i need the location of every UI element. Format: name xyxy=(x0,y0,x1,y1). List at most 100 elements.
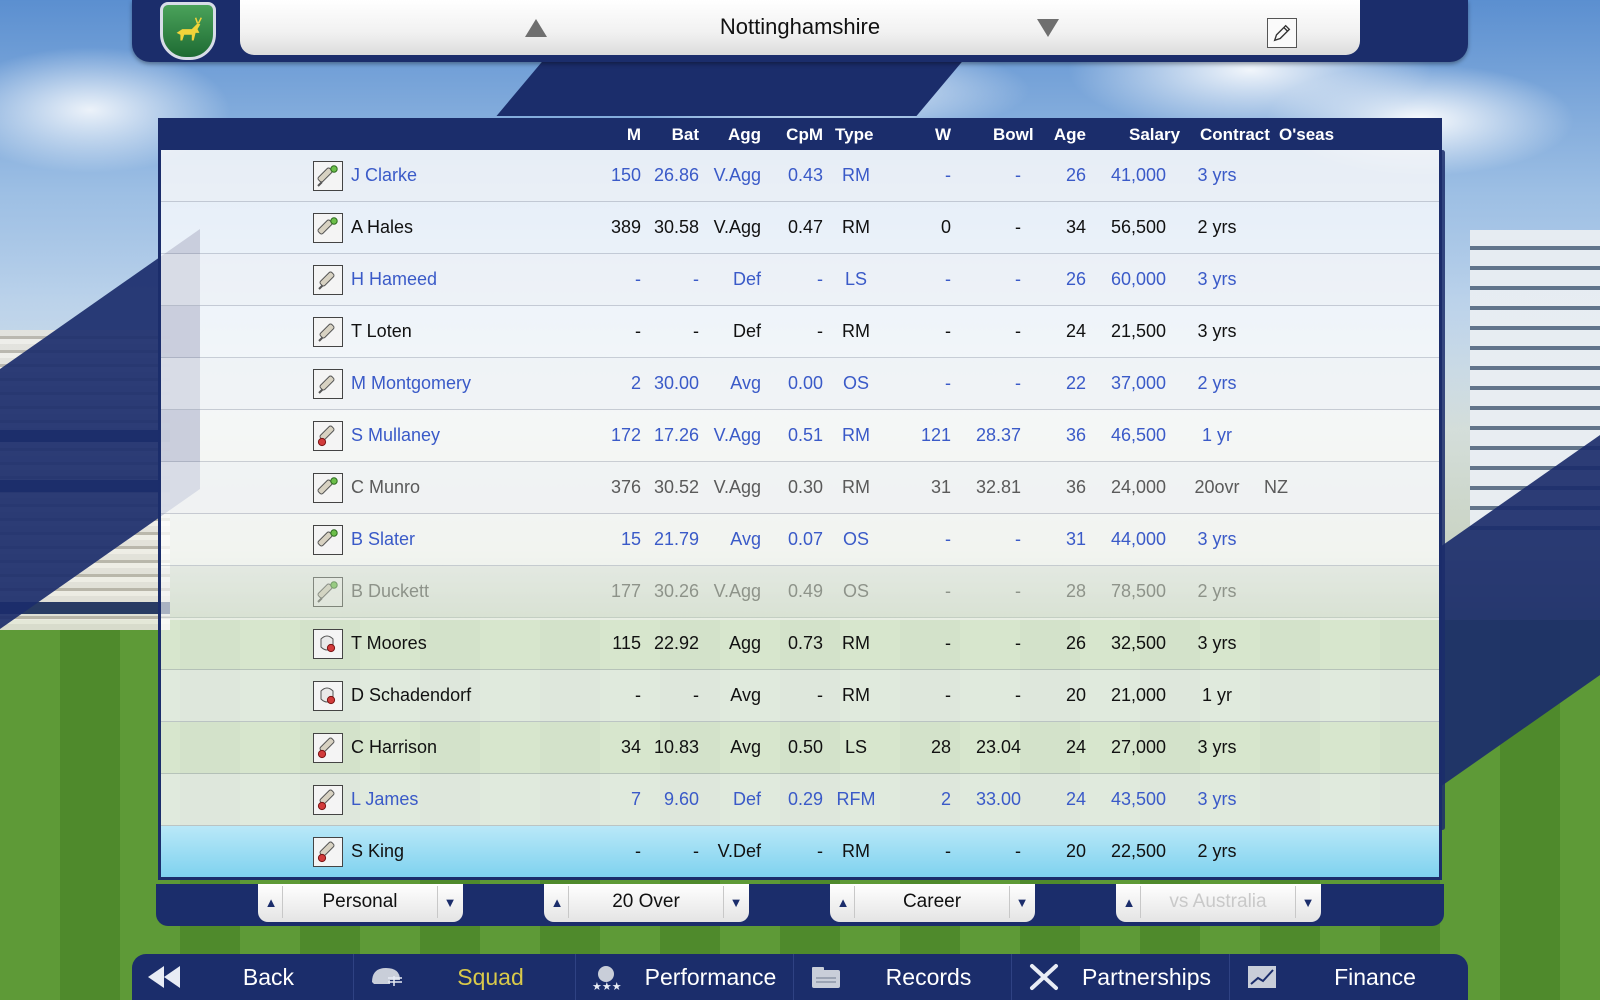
nav-partnerships[interactable]: Partnerships xyxy=(1012,954,1230,1000)
cell-m: - xyxy=(635,841,641,861)
cell-salary: 24,000 xyxy=(1110,477,1166,497)
cell-cpm: 0.73 xyxy=(787,633,823,653)
column-header-oseas[interactable]: O'seas xyxy=(1279,125,1334,145)
cell-cpm: - xyxy=(817,685,823,705)
edit-button[interactable] xyxy=(1267,18,1297,48)
nav-performance[interactable]: ★★★ Performance xyxy=(576,954,794,1000)
column-header-type[interactable]: Type xyxy=(835,125,873,145)
nav-label: Performance xyxy=(644,963,777,990)
table-row[interactable]: T Moores 115 22.92 Agg 0.73 RM - - 26 32,500 3 yrs xyxy=(161,618,1439,670)
selector-next-button[interactable]: ▼ xyxy=(441,892,459,914)
table-scrollbar[interactable] xyxy=(1440,150,1445,830)
column-header-age[interactable]: Age xyxy=(1041,125,1086,145)
column-header-cpm[interactable]: CpM xyxy=(771,125,823,145)
cell-w: - xyxy=(945,633,951,653)
table-row[interactable]: S King - - V.Def - RM - -20 22,500 2 yrs xyxy=(161,826,1439,877)
pavilion-background xyxy=(1470,230,1600,530)
table-row[interactable]: T Loten - - Def - RM - -24 21,500 3 yrs xyxy=(161,306,1439,358)
column-header-contract[interactable]: Contract xyxy=(1200,125,1270,145)
team-crest-icon xyxy=(160,2,216,60)
table-row[interactable]: A Hales 389 30.58 V.Agg 0.47 RM 0 - 34 56,500 2 yr… xyxy=(161,202,1439,254)
cell-age: 28 xyxy=(1065,581,1086,601)
cell-contract: 3 yrs xyxy=(1197,321,1237,341)
selector-prev-button[interactable]: ▲ xyxy=(1120,892,1138,914)
nav-squad[interactable]: Squad xyxy=(354,954,576,1000)
cell-bowl: - xyxy=(1015,529,1021,549)
player-name[interactable]: A Hales xyxy=(351,217,413,238)
selector-prev-button[interactable]: ▲ xyxy=(548,892,566,914)
bat-icon xyxy=(313,265,343,295)
cell-agg: V.Agg xyxy=(713,581,761,601)
cell-bowl: - xyxy=(1015,217,1021,237)
squad-table: M Bat Agg CpM Type W Bowl Age Salary Con… xyxy=(158,118,1442,880)
cell-w: 31 xyxy=(930,477,951,497)
player-name[interactable]: C Harrison xyxy=(351,737,437,758)
player-name[interactable]: T Loten xyxy=(351,321,412,342)
player-name[interactable]: M Montgomery xyxy=(351,373,471,394)
cell-age: 22 xyxy=(1065,373,1086,393)
keeper-icon xyxy=(313,681,343,711)
cell-bowl: - xyxy=(1015,269,1021,289)
selector-next-button[interactable]: ▼ xyxy=(1299,892,1317,914)
player-name[interactable]: B Duckett xyxy=(351,581,429,602)
crossed-bats-icon xyxy=(1024,960,1064,994)
cell-contract: 3 yrs xyxy=(1197,165,1237,185)
player-name[interactable]: L James xyxy=(351,789,418,810)
selector-next-button[interactable]: ▼ xyxy=(1013,892,1031,914)
nav-back[interactable]: Back xyxy=(132,954,354,1000)
helmet-icon xyxy=(366,960,406,994)
cell-w: 0 xyxy=(940,217,951,237)
cell-type: RM xyxy=(842,841,870,861)
selector-format: ▲ 20 Over ▼ xyxy=(544,884,749,922)
cell-w: - xyxy=(945,373,951,393)
triangle-down-icon xyxy=(1037,19,1059,37)
column-header-salary[interactable]: Salary xyxy=(1129,125,1180,145)
selector-label[interactable]: 20 Over xyxy=(568,886,724,918)
table-row[interactable]: S Mullaney 172 17.26 V.Agg 0.51 RM 121 28.37 36 4… xyxy=(161,410,1439,462)
next-team-button[interactable] xyxy=(1034,16,1062,40)
nav-finance[interactable]: Finance xyxy=(1230,954,1468,1000)
column-header-w[interactable]: W xyxy=(921,125,951,145)
stars-icon: ★★★ xyxy=(588,960,628,994)
table-row[interactable]: B Slater 15 21.79 Avg 0.07 OS - - 31 44,000 3 yrs xyxy=(161,514,1439,566)
cell-w: - xyxy=(945,581,951,601)
cell-m: - xyxy=(635,269,641,289)
player-name[interactable]: D Schadendorf xyxy=(351,685,471,706)
selector-next-button[interactable]: ▼ xyxy=(727,892,745,914)
player-name[interactable]: S King xyxy=(351,841,404,862)
player-name[interactable]: B Slater xyxy=(351,529,415,550)
cell-cpm: 0.49 xyxy=(787,581,823,601)
table-row[interactable]: B Duckett 177 30.26 V.Agg 0.49 OS - - 28 78,500 2 … xyxy=(161,566,1439,618)
table-row[interactable]: C Harrison 34 10.83 Avg 0.50 LS 28 23.04 24 27,00… xyxy=(161,722,1439,774)
column-header-m[interactable]: M xyxy=(601,125,641,145)
player-name[interactable]: H Hameed xyxy=(351,269,437,290)
table-row[interactable]: M Montgomery 2 30.00 Avg 0.00 OS - - 22 37,000 2 y… xyxy=(161,358,1439,410)
cell-type: LS xyxy=(844,737,868,757)
table-row[interactable]: C Munro 376 30.52 V.Agg 0.30 RM 31 32.81 36 24,00… xyxy=(161,462,1439,514)
table-row[interactable]: D Schadendorf - - Avg - RM - -20 21,000 1 yr xyxy=(161,670,1439,722)
player-name[interactable]: T Moores xyxy=(351,633,427,654)
column-header-agg[interactable]: Agg xyxy=(701,125,761,145)
cell-cpm: 0.51 xyxy=(787,425,823,445)
selector-label[interactable]: Career xyxy=(854,886,1010,918)
cell-salary: 56,500 xyxy=(1110,217,1166,237)
cell-bowl: - xyxy=(1015,165,1021,185)
selector-prev-button[interactable]: ▲ xyxy=(834,892,852,914)
nav-records[interactable]: Records xyxy=(794,954,1012,1000)
column-header-bat[interactable]: Bat xyxy=(649,125,699,145)
selector-label[interactable]: Personal xyxy=(282,886,438,918)
player-name[interactable]: S Mullaney xyxy=(351,425,440,446)
player-name[interactable]: C Munro xyxy=(351,477,420,498)
column-header-bowl[interactable]: Bowl xyxy=(993,125,1034,145)
cell-agg: Def xyxy=(732,269,761,289)
table-row[interactable]: L James 7 9.60 Def 0.29 RFM 2 33.00 24 43,500 3 yr… xyxy=(161,774,1439,826)
cell-salary: 21,500 xyxy=(1110,321,1166,341)
table-row[interactable]: H Hameed - - Def - LS - - 26 60,000 3 yrs xyxy=(161,254,1439,306)
selector-prev-button[interactable]: ▲ xyxy=(262,892,280,914)
table-row[interactable]: J Clarke 150 26.86 V.Agg 0.43 RM - - 26 41,000 3 y… xyxy=(161,150,1439,202)
cell-contract: 3 yrs xyxy=(1197,269,1237,289)
cell-agg: Avg xyxy=(730,685,761,705)
cell-w: - xyxy=(945,529,951,549)
cell-age: 36 xyxy=(1065,425,1086,445)
player-name[interactable]: J Clarke xyxy=(351,165,417,186)
